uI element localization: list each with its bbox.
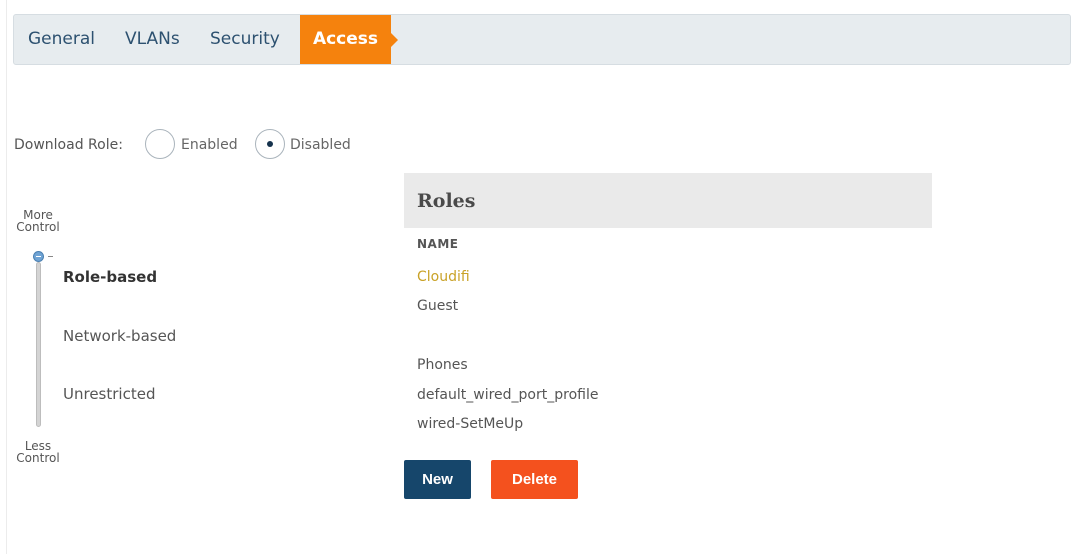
role-item-phones[interactable]: Phones	[417, 357, 468, 373]
role-item-default-wired-port-profile[interactable]: default_wired_port_profile	[417, 387, 598, 403]
roles-title: Roles	[417, 190, 476, 212]
frame-border	[6, 0, 7, 554]
access-control-slider-track[interactable]	[36, 262, 41, 427]
role-item-cloudifi[interactable]: Cloudifi	[417, 269, 470, 285]
delete-role-button[interactable]: Delete	[491, 460, 578, 499]
access-level-network-based[interactable]: Network-based	[63, 327, 176, 345]
tab-access-label: Access	[312, 29, 379, 49]
radio-selected-dot-icon	[267, 141, 273, 147]
more-control-label: More Control	[14, 209, 62, 233]
access-level-unrestricted[interactable]: Unrestricted	[63, 385, 155, 403]
active-tab-arrow-icon	[391, 33, 398, 47]
more-control-line2: Control	[16, 220, 60, 234]
download-role-disabled-label[interactable]: Disabled	[290, 137, 351, 153]
access-control-slider-handle[interactable]	[33, 251, 44, 262]
download-role-enabled-label[interactable]: Enabled	[181, 137, 238, 153]
tab-vlans[interactable]: VLANs	[125, 15, 180, 64]
less-control-label: Less Control	[14, 440, 62, 464]
slider-tick-mark	[48, 256, 53, 257]
roles-panel-header: Roles	[404, 173, 932, 228]
tab-security[interactable]: Security	[210, 15, 280, 64]
download-role-disabled-radio[interactable]	[255, 129, 285, 159]
access-level-role-based[interactable]: Role-based	[63, 268, 157, 286]
tab-bar: General VLANs Security Access	[13, 14, 1071, 65]
role-item-wired-setmeup[interactable]: wired-SetMeUp	[417, 416, 523, 432]
less-control-line2: Control	[16, 451, 60, 465]
download-role-enabled-radio[interactable]	[145, 129, 175, 159]
roles-column-name: NAME	[417, 237, 459, 251]
tab-access[interactable]: Access	[300, 15, 398, 64]
role-item-guest[interactable]: Guest	[417, 298, 458, 314]
tab-general[interactable]: General	[28, 15, 95, 64]
download-role-label: Download Role:	[14, 137, 123, 153]
new-role-button[interactable]: New	[404, 460, 471, 499]
